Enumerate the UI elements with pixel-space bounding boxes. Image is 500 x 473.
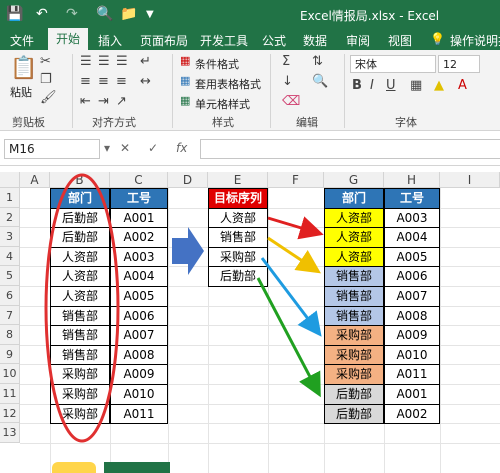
highlight-ellipse: [44, 173, 120, 443]
bottom-excel-icon-fragment: [104, 462, 170, 473]
arrow-houqin: [256, 277, 321, 398]
arrow-renzi: [267, 216, 324, 240]
block-arrow: [172, 227, 204, 275]
bottom-logo-fragment: [52, 462, 96, 473]
arrow-caigou: [260, 257, 322, 337]
annotation-layer: [44, 173, 324, 443]
arrow-xiaoshou: [267, 236, 321, 274]
